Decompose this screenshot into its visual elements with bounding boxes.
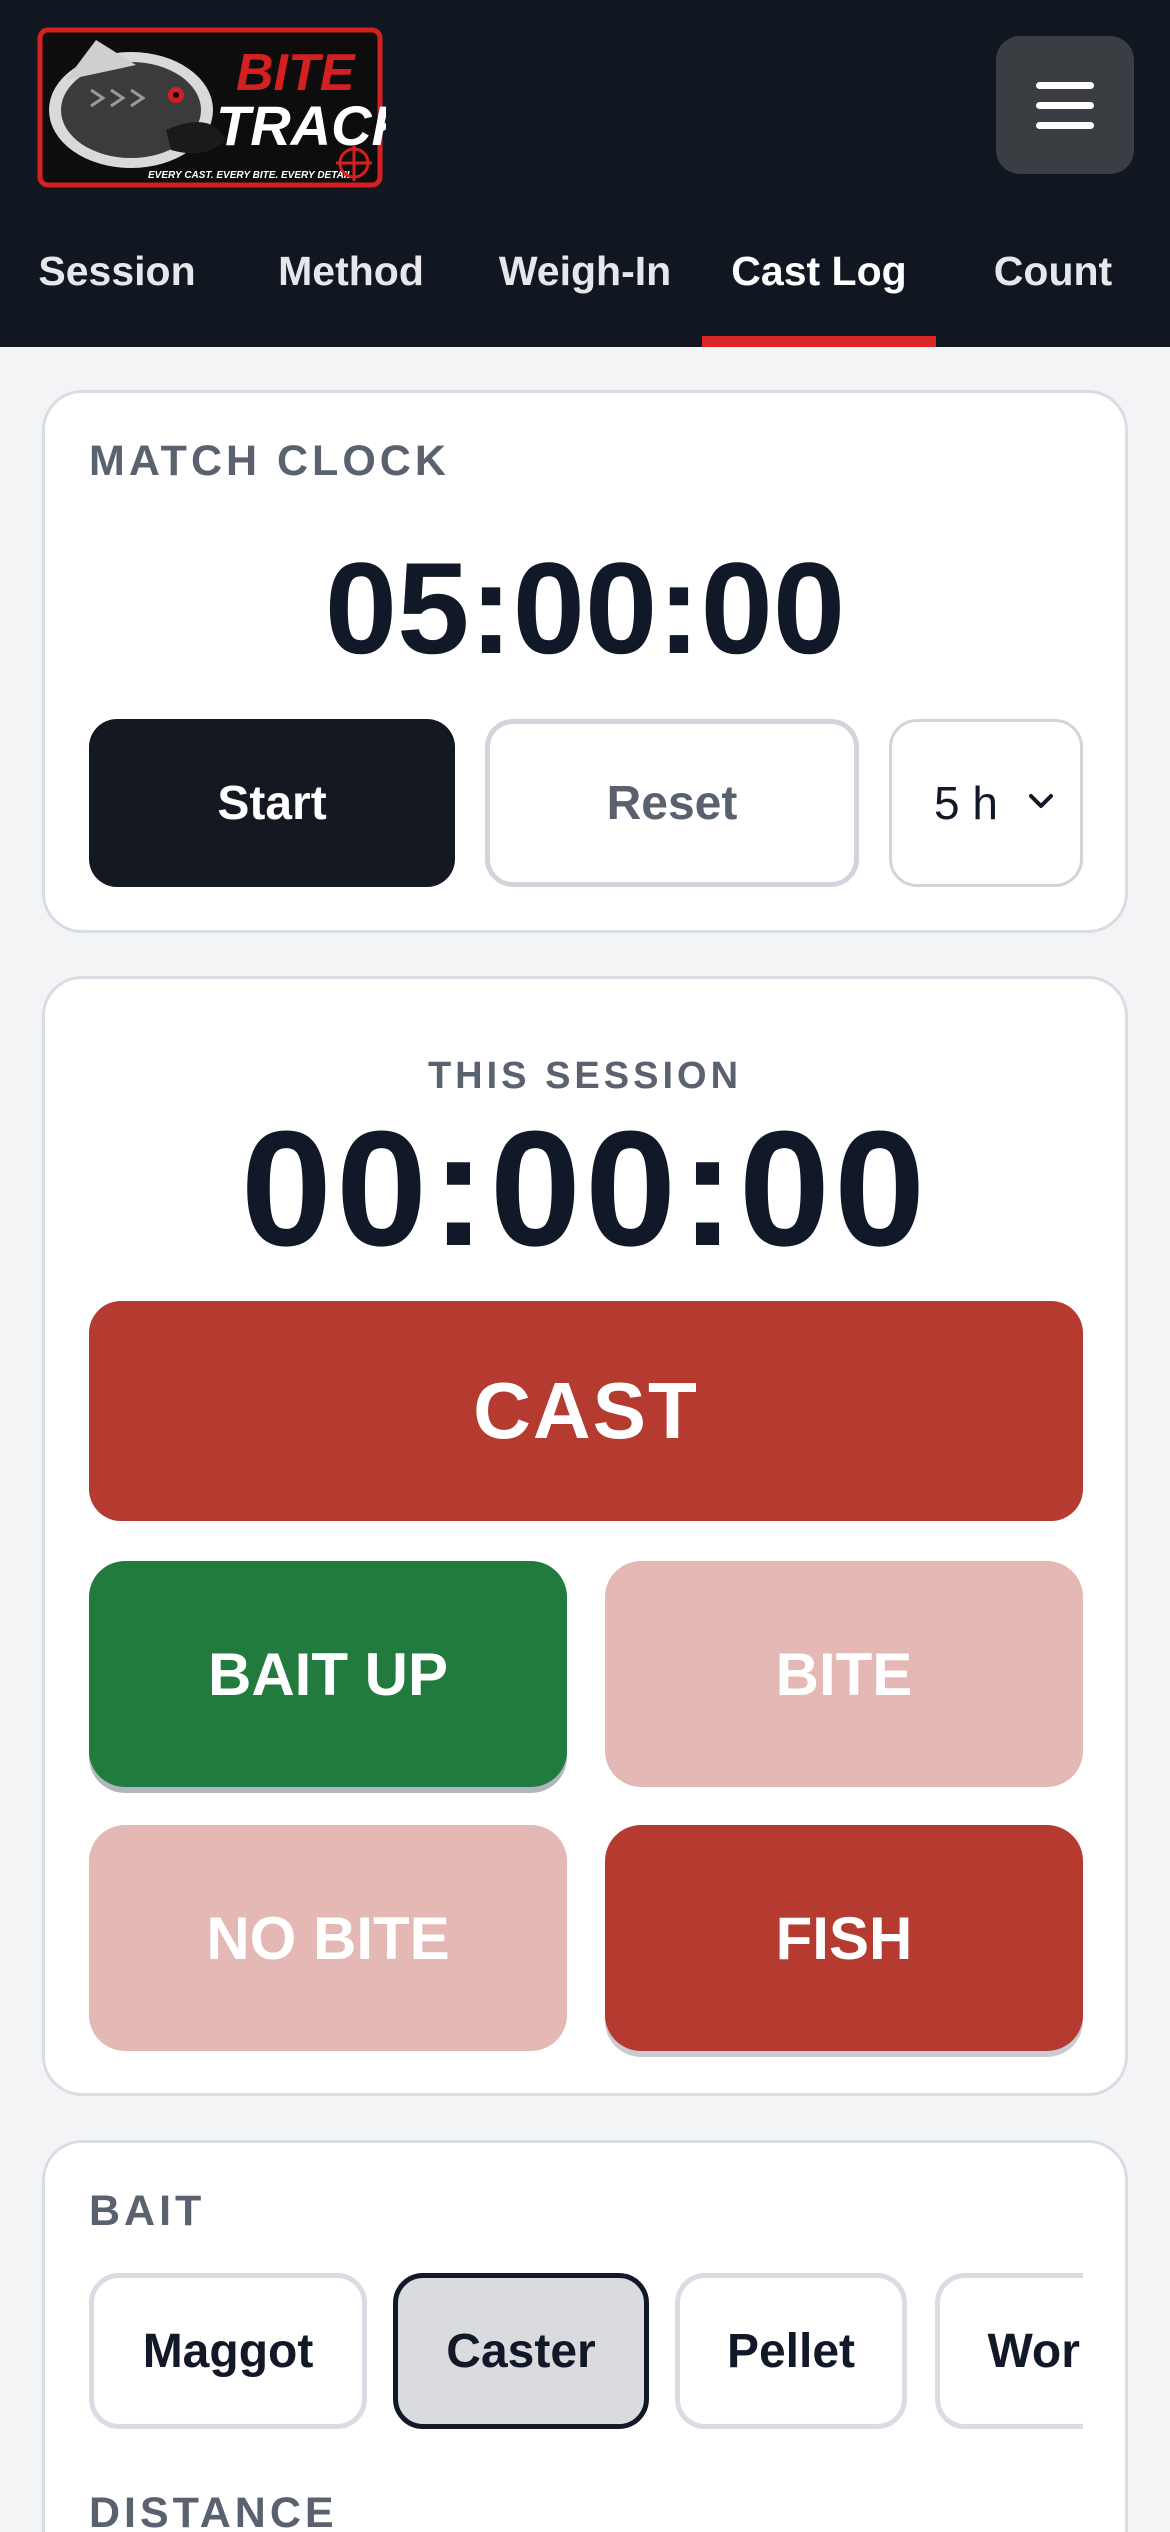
bait-option-pellet[interactable]: Pellet (675, 2273, 907, 2429)
match-clock-time: 05:00:00 (324, 535, 846, 681)
bait-card: BAIT Maggot Caster Pellet Worm DISTANCE (42, 2140, 1128, 2532)
menu-button[interactable] (996, 36, 1134, 174)
bite-button[interactable]: BITE (605, 1561, 1083, 1787)
match-clock-label: MATCH CLOCK (89, 437, 450, 485)
tab-weigh-in[interactable]: Weigh-In (468, 212, 702, 347)
fish-button[interactable]: FISH (605, 1825, 1083, 2051)
reset-button[interactable]: Reset (485, 719, 859, 887)
active-tab-indicator (702, 336, 936, 347)
logo-text-track: TRACK (216, 94, 386, 157)
tab-count[interactable]: Count (936, 212, 1170, 347)
logo-tagline: EVERY CAST. EVERY BITE. EVERY DETAIL (148, 170, 353, 181)
session-label: THIS SESSION (427, 1055, 743, 1097)
cast-button[interactable]: CAST (89, 1301, 1083, 1521)
bait-option-caster[interactable]: Caster (393, 2273, 649, 2429)
chevron-down-icon (1029, 794, 1053, 808)
bite-track-logo[interactable]: BITE TRACK EVERY CAST. EVERY BITE. EVERY… (36, 20, 386, 190)
bait-up-button[interactable]: BAIT UP (89, 1561, 567, 1787)
no-bite-button[interactable]: NO BITE (89, 1825, 567, 2051)
tab-session[interactable]: Session (0, 212, 234, 347)
duration-select[interactable]: 5 h (889, 719, 1083, 887)
app-header: BITE TRACK EVERY CAST. EVERY BITE. EVERY… (0, 0, 1170, 347)
tab-cast-log[interactable]: Cast Log (702, 212, 936, 347)
match-clock-card: MATCH CLOCK 05:00:00 Start Reset 5 h (42, 390, 1128, 933)
duration-select-value: 5 h (934, 777, 998, 829)
tab-method[interactable]: Method (234, 212, 468, 347)
start-button[interactable]: Start (89, 719, 455, 887)
distance-label: DISTANCE (89, 2489, 338, 2532)
bait-options: Maggot Caster Pellet Worm (89, 2273, 1083, 2433)
bait-option-maggot[interactable]: Maggot (89, 2273, 367, 2429)
bait-option-worm[interactable]: Worm (935, 2273, 1083, 2429)
bait-label: BAIT (89, 2187, 206, 2235)
session-card: THIS SESSION 00:00:00 CAST BAIT UP BITE … (42, 976, 1128, 2096)
tab-bar: Session Method Weigh-In Cast Log Count (0, 212, 1170, 347)
session-time: 00:00:00 (240, 1097, 930, 1280)
